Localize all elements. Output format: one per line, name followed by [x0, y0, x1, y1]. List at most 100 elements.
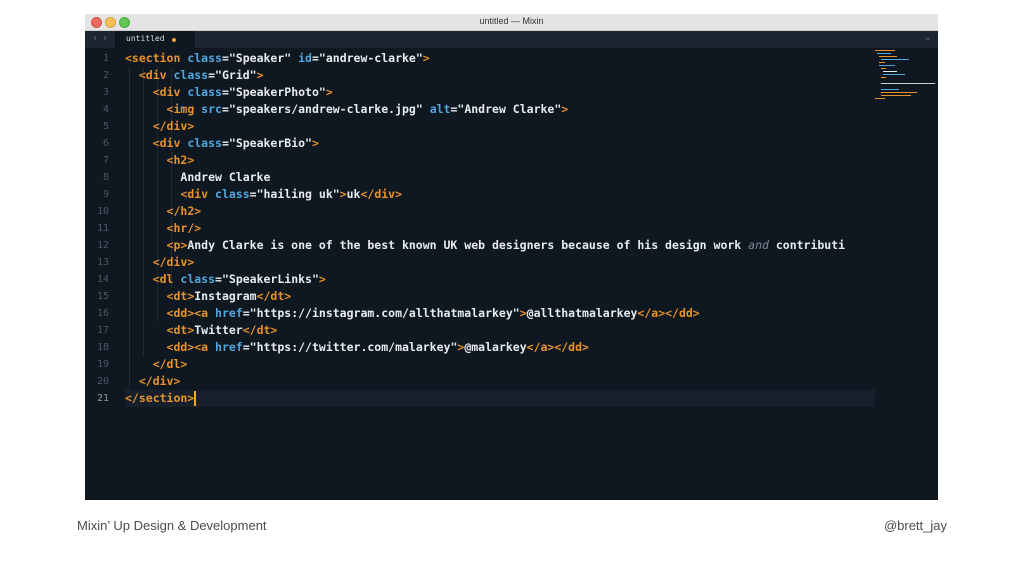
code-token: > [339, 187, 347, 201]
editor-window: untitled — Mixin ‹› untitled ⌄ 123456789… [85, 14, 938, 500]
code-token: "https://twitter.com/malarkey" [249, 340, 458, 354]
code-token: <dd> [166, 306, 195, 320]
line-number: 7 [102, 155, 109, 166]
code-token: alt [429, 102, 451, 116]
code-line: <p>Andy Clarke is one of the best known … [125, 237, 875, 254]
footer-handle: @brett_jay [883, 518, 947, 533]
code-line: <div class="hailing uk">uk</div> [125, 186, 875, 203]
code-token: = [242, 306, 250, 320]
code-token: <img [166, 102, 202, 116]
chevron-down-icon[interactable]: ⌄ [924, 32, 932, 43]
code-token: </div> [152, 255, 195, 269]
code-line: <dd><a href="https://instagram.com/allth… [125, 305, 875, 322]
code-token: = [249, 187, 257, 201]
code-token: = [221, 51, 229, 65]
code-token: > [318, 272, 326, 286]
code-token: "hailing uk" [256, 187, 340, 201]
line-number: 19 [96, 359, 109, 370]
forward-arrow-icon[interactable]: › [103, 33, 113, 44]
line-number: 20 [96, 376, 109, 387]
code-token: </dt> [242, 323, 278, 337]
back-arrow-icon[interactable]: ‹ [93, 33, 103, 44]
code-token: = [221, 102, 229, 116]
code-token: "Grid" [215, 68, 257, 82]
tab-untitled[interactable]: untitled [115, 31, 195, 48]
code-token: Andy Clarke is one of the best known UK … [187, 238, 749, 252]
line-number: 21 [96, 393, 109, 404]
code-line: <div class="SpeakerPhoto"> [125, 84, 875, 101]
code-token: > [325, 85, 333, 99]
code-token: <h2> [166, 153, 195, 167]
code-token: > [311, 136, 319, 150]
code-token: <dt> [166, 289, 195, 303]
line-number: 15 [96, 291, 109, 302]
code-token: = [311, 51, 319, 65]
code-area[interactable]: <section class="Speaker" id="andrew-clar… [125, 50, 875, 407]
code-token: > [561, 102, 569, 116]
line-number: 12 [96, 240, 109, 251]
code-token: @malarkey [464, 340, 527, 354]
code-line: <img src="speakers/andrew-clarke.jpg" al… [125, 101, 875, 118]
code-token: = [221, 136, 229, 150]
code-token: "Speaker" [228, 51, 299, 65]
code-token: <div [180, 187, 216, 201]
line-number: 3 [102, 87, 109, 98]
code-token: > [519, 306, 527, 320]
title-bar: untitled — Mixin [85, 14, 938, 31]
code-line: <hr/> [125, 220, 875, 237]
code-token: href [215, 340, 243, 354]
code-line: </h2> [125, 203, 875, 220]
code-line: <h2> [125, 152, 875, 169]
text-cursor [194, 391, 197, 406]
code-token: </h2> [166, 204, 202, 218]
code-token: "andrew-clarke" [318, 51, 423, 65]
code-token: <dt> [166, 323, 195, 337]
code-token: "https://instagram.com/allthatmalarkey" [249, 306, 520, 320]
code-token: <div [152, 85, 188, 99]
code-token: </div> [152, 119, 195, 133]
line-number: 17 [96, 325, 109, 336]
code-token: <section [125, 51, 188, 65]
line-number-gutter: 1 2 3 4 5 6 7 8 9 10 11 12 13 14 15 16 17 18 19 20 21 [85, 50, 119, 407]
code-token: <div [138, 68, 174, 82]
code-token: </section> [125, 391, 195, 405]
code-token: <dd> [166, 340, 195, 354]
code-token: = [221, 85, 229, 99]
code-token: and [748, 238, 769, 252]
code-token: <dl [152, 272, 181, 286]
code-line: </section> [125, 390, 875, 407]
code-line: </div> [125, 373, 875, 390]
minimap[interactable] [875, 50, 937, 100]
code-token: class [187, 51, 222, 65]
code-line: <section class="Speaker" id="andrew-clar… [125, 50, 875, 67]
code-token: = [242, 340, 250, 354]
tab-bar: ‹› untitled ⌄ [85, 31, 938, 48]
code-token: contributi [768, 238, 846, 252]
code-token: Twitter [194, 323, 243, 337]
code-token: = [208, 68, 216, 82]
code-line: </div> [125, 254, 875, 271]
line-number: 6 [102, 138, 109, 149]
line-number: 4 [102, 104, 109, 115]
code-token: class [187, 85, 222, 99]
code-token: <a [194, 306, 216, 320]
code-token: </dt> [256, 289, 292, 303]
code-line: <div class="SpeakerBio"> [125, 135, 875, 152]
code-token: </div> [360, 187, 403, 201]
code-token: class [187, 136, 222, 150]
code-line: <dl class="SpeakerLinks"> [125, 271, 875, 288]
line-number: 14 [96, 274, 109, 285]
code-token: class [215, 187, 250, 201]
